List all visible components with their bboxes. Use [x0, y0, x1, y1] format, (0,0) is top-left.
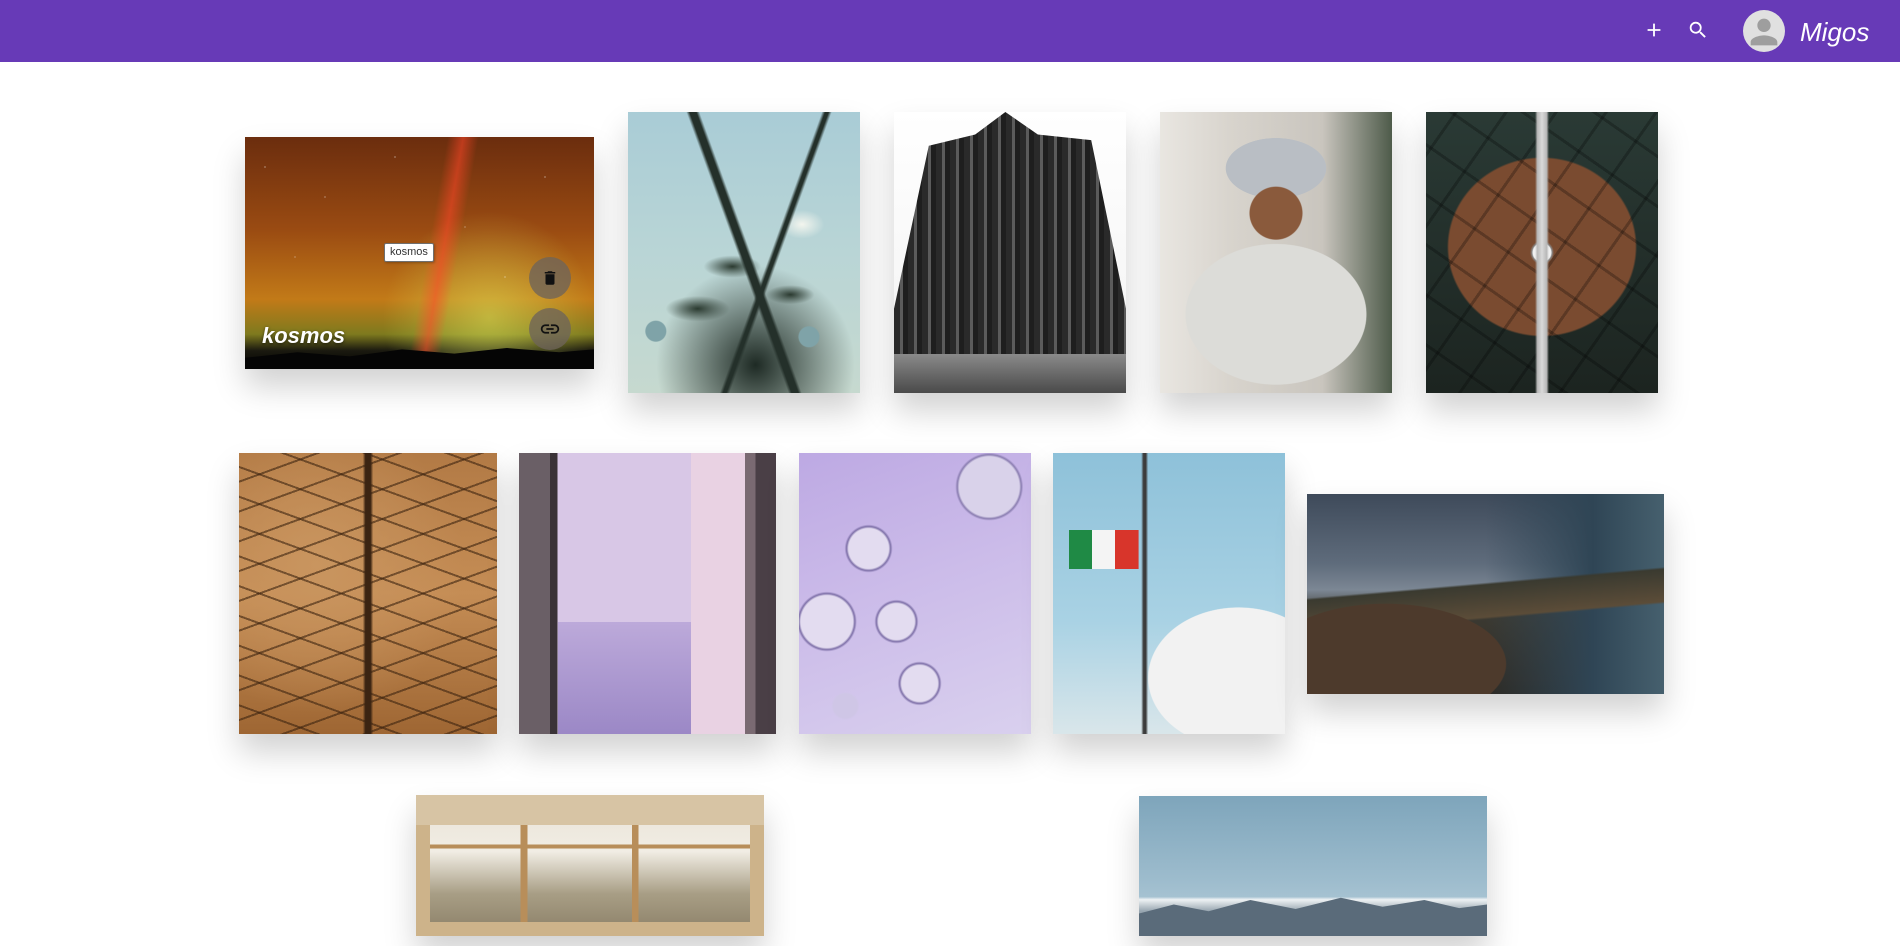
- photo-card-watch[interactable]: [1426, 112, 1658, 393]
- search-button[interactable]: [1680, 12, 1716, 48]
- photo-image: [1139, 796, 1487, 936]
- search-icon: [1689, 21, 1706, 38]
- copy-link-button[interactable]: [529, 308, 571, 350]
- photo-image: [894, 112, 1126, 393]
- photo-image: [519, 453, 776, 734]
- card-title: kosmos: [262, 323, 346, 348]
- top-app-bar: Migos: [0, 0, 1900, 62]
- title-tooltip: kosmos: [384, 243, 434, 262]
- photo-card-boy[interactable]: [1160, 112, 1392, 393]
- photo-card-rome[interactable]: [1053, 453, 1285, 734]
- avatar[interactable]: [1743, 10, 1785, 52]
- username-label[interactable]: Migos: [1800, 17, 1869, 47]
- photo-card-skyscraper[interactable]: [894, 112, 1126, 393]
- photo-card-disco-balls[interactable]: [799, 453, 1031, 734]
- photo-image: [416, 795, 764, 936]
- photo-image: [1307, 494, 1664, 694]
- trash-icon: [544, 271, 556, 285]
- photo-image: [1426, 112, 1658, 393]
- photo-image: [799, 453, 1031, 734]
- add-photo-button[interactable]: [1636, 12, 1672, 48]
- photo-card-room[interactable]: [416, 795, 764, 936]
- photo-card-coast[interactable]: [1307, 494, 1664, 694]
- photo-card-mountains[interactable]: [1139, 796, 1487, 936]
- photo-image: [1053, 453, 1285, 734]
- photo-image: [1160, 112, 1392, 393]
- plus-icon: [1647, 23, 1661, 37]
- photo-card-leaf[interactable]: [239, 453, 497, 734]
- delete-button[interactable]: [529, 257, 571, 299]
- user-icon: [1750, 18, 1778, 46]
- photo-image: [628, 112, 860, 393]
- photo-image: [239, 453, 497, 734]
- link-icon: [540, 324, 560, 334]
- photo-card-window[interactable]: [519, 453, 776, 734]
- photo-card-rose[interactable]: [628, 112, 860, 393]
